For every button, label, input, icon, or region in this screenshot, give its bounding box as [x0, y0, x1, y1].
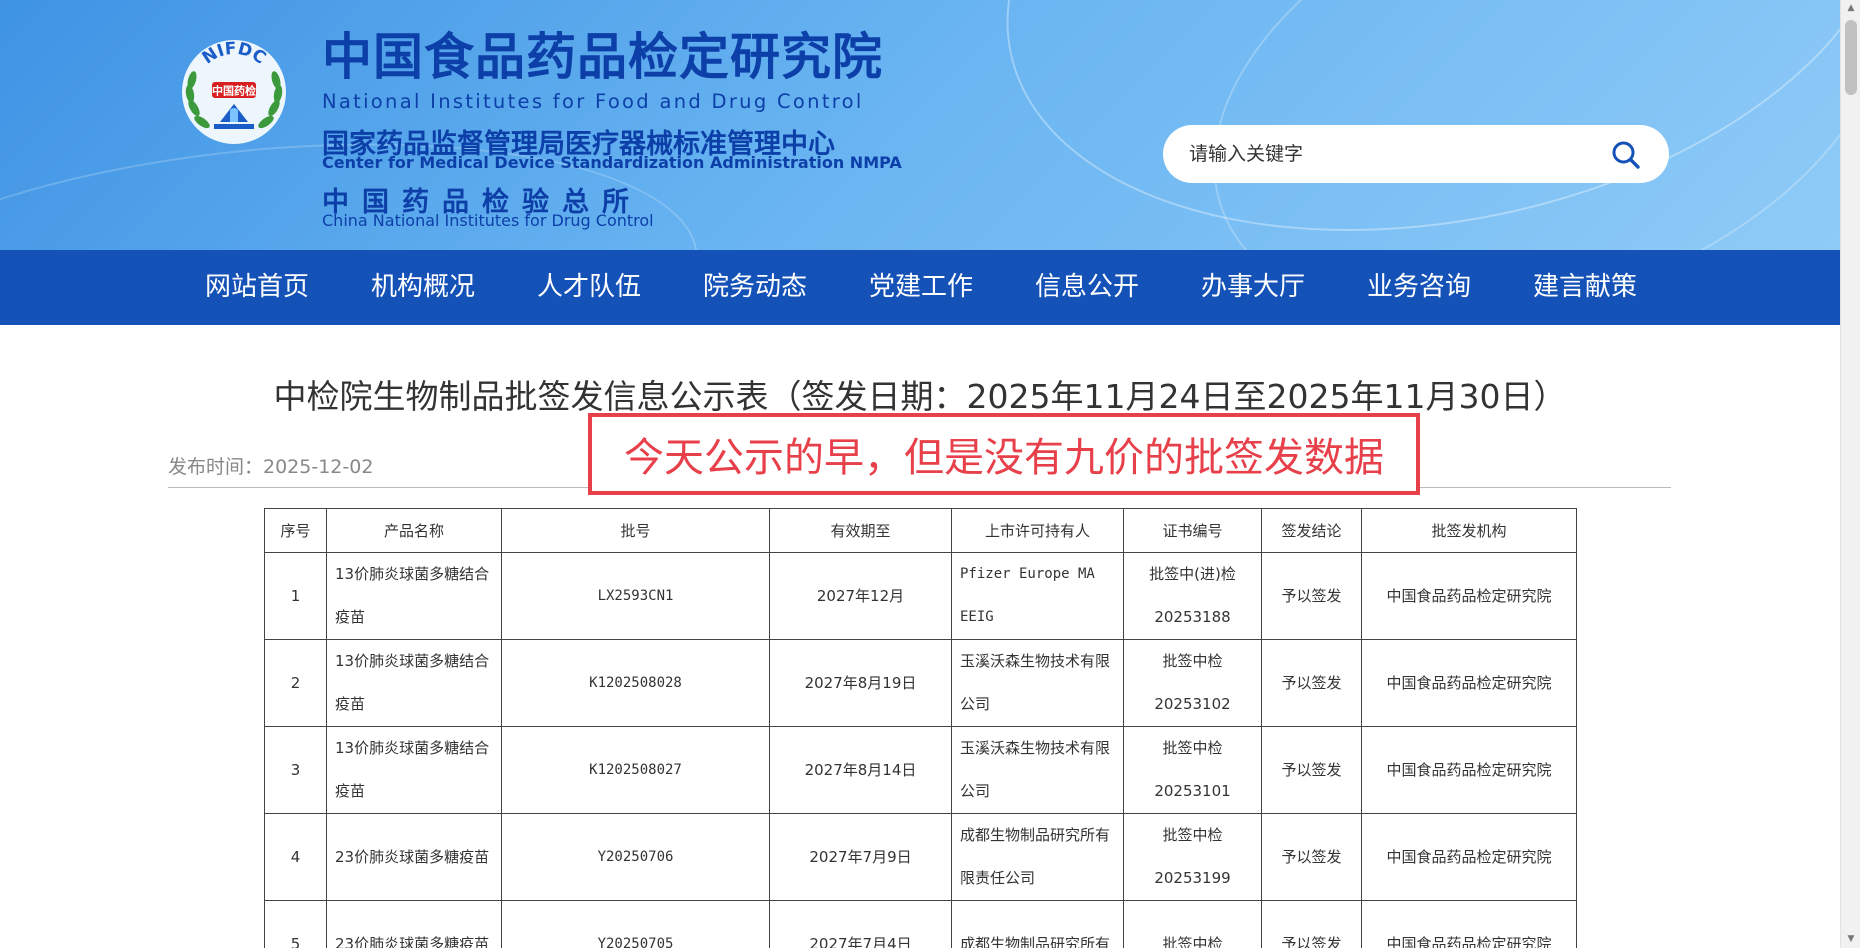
nav-item-party[interactable]: 党建工作	[869, 250, 1035, 325]
cell-no: 2	[264, 639, 327, 727]
main-nav: 网站首页 机构概况 人才队伍 院务动态 党建工作 信息公开 办事大厅 业务咨询 …	[0, 250, 1840, 325]
column-header: 有效期至	[769, 508, 952, 553]
column-header: 签发结论	[1261, 508, 1362, 553]
cell-holder: 成都生物制品研究所有	[951, 900, 1124, 948]
cell-result: 予以签发	[1261, 552, 1362, 640]
nav-item-consult[interactable]: 业务咨询	[1367, 250, 1533, 325]
cell-no: 5	[264, 900, 327, 948]
cell-no: 4	[264, 813, 327, 901]
cell-agency: 中国食品药品检定研究院	[1361, 726, 1577, 814]
vertical-scrollbar[interactable]: ▲ ▼	[1840, 0, 1860, 948]
cell-expiry: 2027年7月4日	[769, 900, 952, 948]
nav-item-talent[interactable]: 人才队伍	[537, 250, 703, 325]
drug-institute-en: China National Institutes for Drug Contr…	[322, 211, 654, 230]
cell-cert: 批签中检20253199	[1123, 813, 1262, 901]
cell-no: 1	[264, 552, 327, 640]
column-header: 上市许可持有人	[951, 508, 1124, 553]
nav-item-disclosure[interactable]: 信息公开	[1035, 250, 1201, 325]
nav-item-suggest[interactable]: 建言献策	[1533, 250, 1699, 325]
cell-agency: 中国食品药品检定研究院	[1361, 813, 1577, 901]
search-icon[interactable]	[1611, 140, 1641, 170]
cell-expiry: 2027年8月19日	[769, 639, 952, 727]
annotation-callout: 今天公示的早，但是没有九价的批签发数据	[588, 413, 1420, 495]
cell-expiry: 2027年7月9日	[769, 813, 952, 901]
scroll-thumb[interactable]	[1845, 20, 1857, 95]
center-title-en: Center for Medical Device Standardizatio…	[322, 153, 902, 172]
cell-batch: Y20250705	[501, 900, 770, 948]
site-title-en: National Institutes for Food and Drug Co…	[322, 90, 864, 113]
column-header: 批号	[501, 508, 770, 553]
cell-holder: 玉溪沃森生物技术有限公司	[951, 639, 1124, 727]
nav-item-news[interactable]: 院务动态	[703, 250, 869, 325]
cell-batch: K1202508028	[501, 639, 770, 727]
column-header: 序号	[264, 508, 327, 553]
cell-result: 予以签发	[1261, 726, 1362, 814]
cell-cert: 批签中检20253101	[1123, 726, 1262, 814]
cell-batch: Y20250706	[501, 813, 770, 901]
cell-result: 予以签发	[1261, 639, 1362, 727]
batch-release-table: 序号 产品名称 批号 有效期至 上市许可持有人 证书编号 签发结论 批签发机构 …	[264, 508, 1577, 948]
cell-product: 13价肺炎球菌多糖结合疫苗	[326, 639, 502, 727]
site-header: NIFDC 中国药检 中国食品药品检定研究院 National Institut…	[0, 0, 1840, 250]
table-row: 5 23价肺炎球菌多糖疫苗 Y20250705 2027年7月4日 成都生物制品…	[264, 900, 1577, 948]
nav-item-home[interactable]: 网站首页	[205, 250, 371, 325]
nav-item-services[interactable]: 办事大厅	[1201, 250, 1367, 325]
cell-product: 13价肺炎球菌多糖结合疫苗	[326, 726, 502, 814]
table-row: 4 23价肺炎球菌多糖疫苗 Y20250706 2027年7月9日 成都生物制品…	[264, 813, 1577, 901]
cell-holder: 玉溪沃森生物技术有限公司	[951, 726, 1124, 814]
nav-item-about[interactable]: 机构概况	[371, 250, 537, 325]
cell-batch: LX2593CN1	[501, 552, 770, 640]
column-header: 批签发机构	[1361, 508, 1577, 553]
column-header: 产品名称	[326, 508, 502, 553]
table-header-row: 序号 产品名称 批号 有效期至 上市许可持有人 证书编号 签发结论 批签发机构	[264, 508, 1577, 553]
cell-batch: K1202508027	[501, 726, 770, 814]
nav-list: 网站首页 机构概况 人才队伍 院务动态 党建工作 信息公开 办事大厅 业务咨询 …	[205, 250, 1699, 325]
column-header: 证书编号	[1123, 508, 1262, 553]
cell-cert: 批签中(进)检20253188	[1123, 552, 1262, 640]
cell-product: 23价肺炎球菌多糖疫苗	[326, 813, 502, 901]
table-row: 2 13价肺炎球菌多糖结合疫苗 K1202508028 2027年8月19日 玉…	[264, 639, 1577, 727]
nifdc-logo[interactable]: NIFDC 中国药检	[174, 30, 294, 150]
cell-holder: Pfizer Europe MA EEIG	[951, 552, 1124, 640]
svg-text:中国药检: 中国药检	[212, 84, 256, 98]
cell-holder: 成都生物制品研究所有限责任公司	[951, 813, 1124, 901]
cell-result: 予以签发	[1261, 900, 1362, 948]
search-input[interactable]	[1189, 125, 1589, 183]
cell-agency: 中国食品药品检定研究院	[1361, 639, 1577, 727]
table-row: 3 13价肺炎球菌多糖结合疫苗 K1202508027 2027年8月14日 玉…	[264, 726, 1577, 814]
cell-cert: 批签中检20253102	[1123, 639, 1262, 727]
cell-result: 予以签发	[1261, 813, 1362, 901]
cell-expiry: 2027年12月	[769, 552, 952, 640]
cell-product: 13价肺炎球菌多糖结合疫苗	[326, 552, 502, 640]
cell-expiry: 2027年8月14日	[769, 726, 952, 814]
cell-agency: 中国食品药品检定研究院	[1361, 900, 1577, 948]
publish-date: 发布时间：2025-12-02	[168, 456, 374, 478]
cell-agency: 中国食品药品检定研究院	[1361, 552, 1577, 640]
site-title-cn: 中国食品药品检定研究院	[322, 28, 883, 86]
annotation-text: 今天公示的早，但是没有九价的批签发数据	[624, 435, 1384, 481]
cell-product: 23价肺炎球菌多糖疫苗	[326, 900, 502, 948]
page-title: 中检院生物制品批签发信息公示表（签发日期：2025年11月24日至2025年11…	[273, 377, 1567, 416]
cell-cert: 批签中检	[1123, 900, 1262, 948]
scroll-up-arrow-icon[interactable]: ▲	[1841, 0, 1860, 17]
table-row: 1 13价肺炎球菌多糖结合疫苗 LX2593CN1 2027年12月 Pfize…	[264, 552, 1577, 640]
search-box	[1163, 125, 1669, 183]
scroll-down-arrow-icon[interactable]: ▼	[1841, 931, 1860, 948]
cell-no: 3	[264, 726, 327, 814]
